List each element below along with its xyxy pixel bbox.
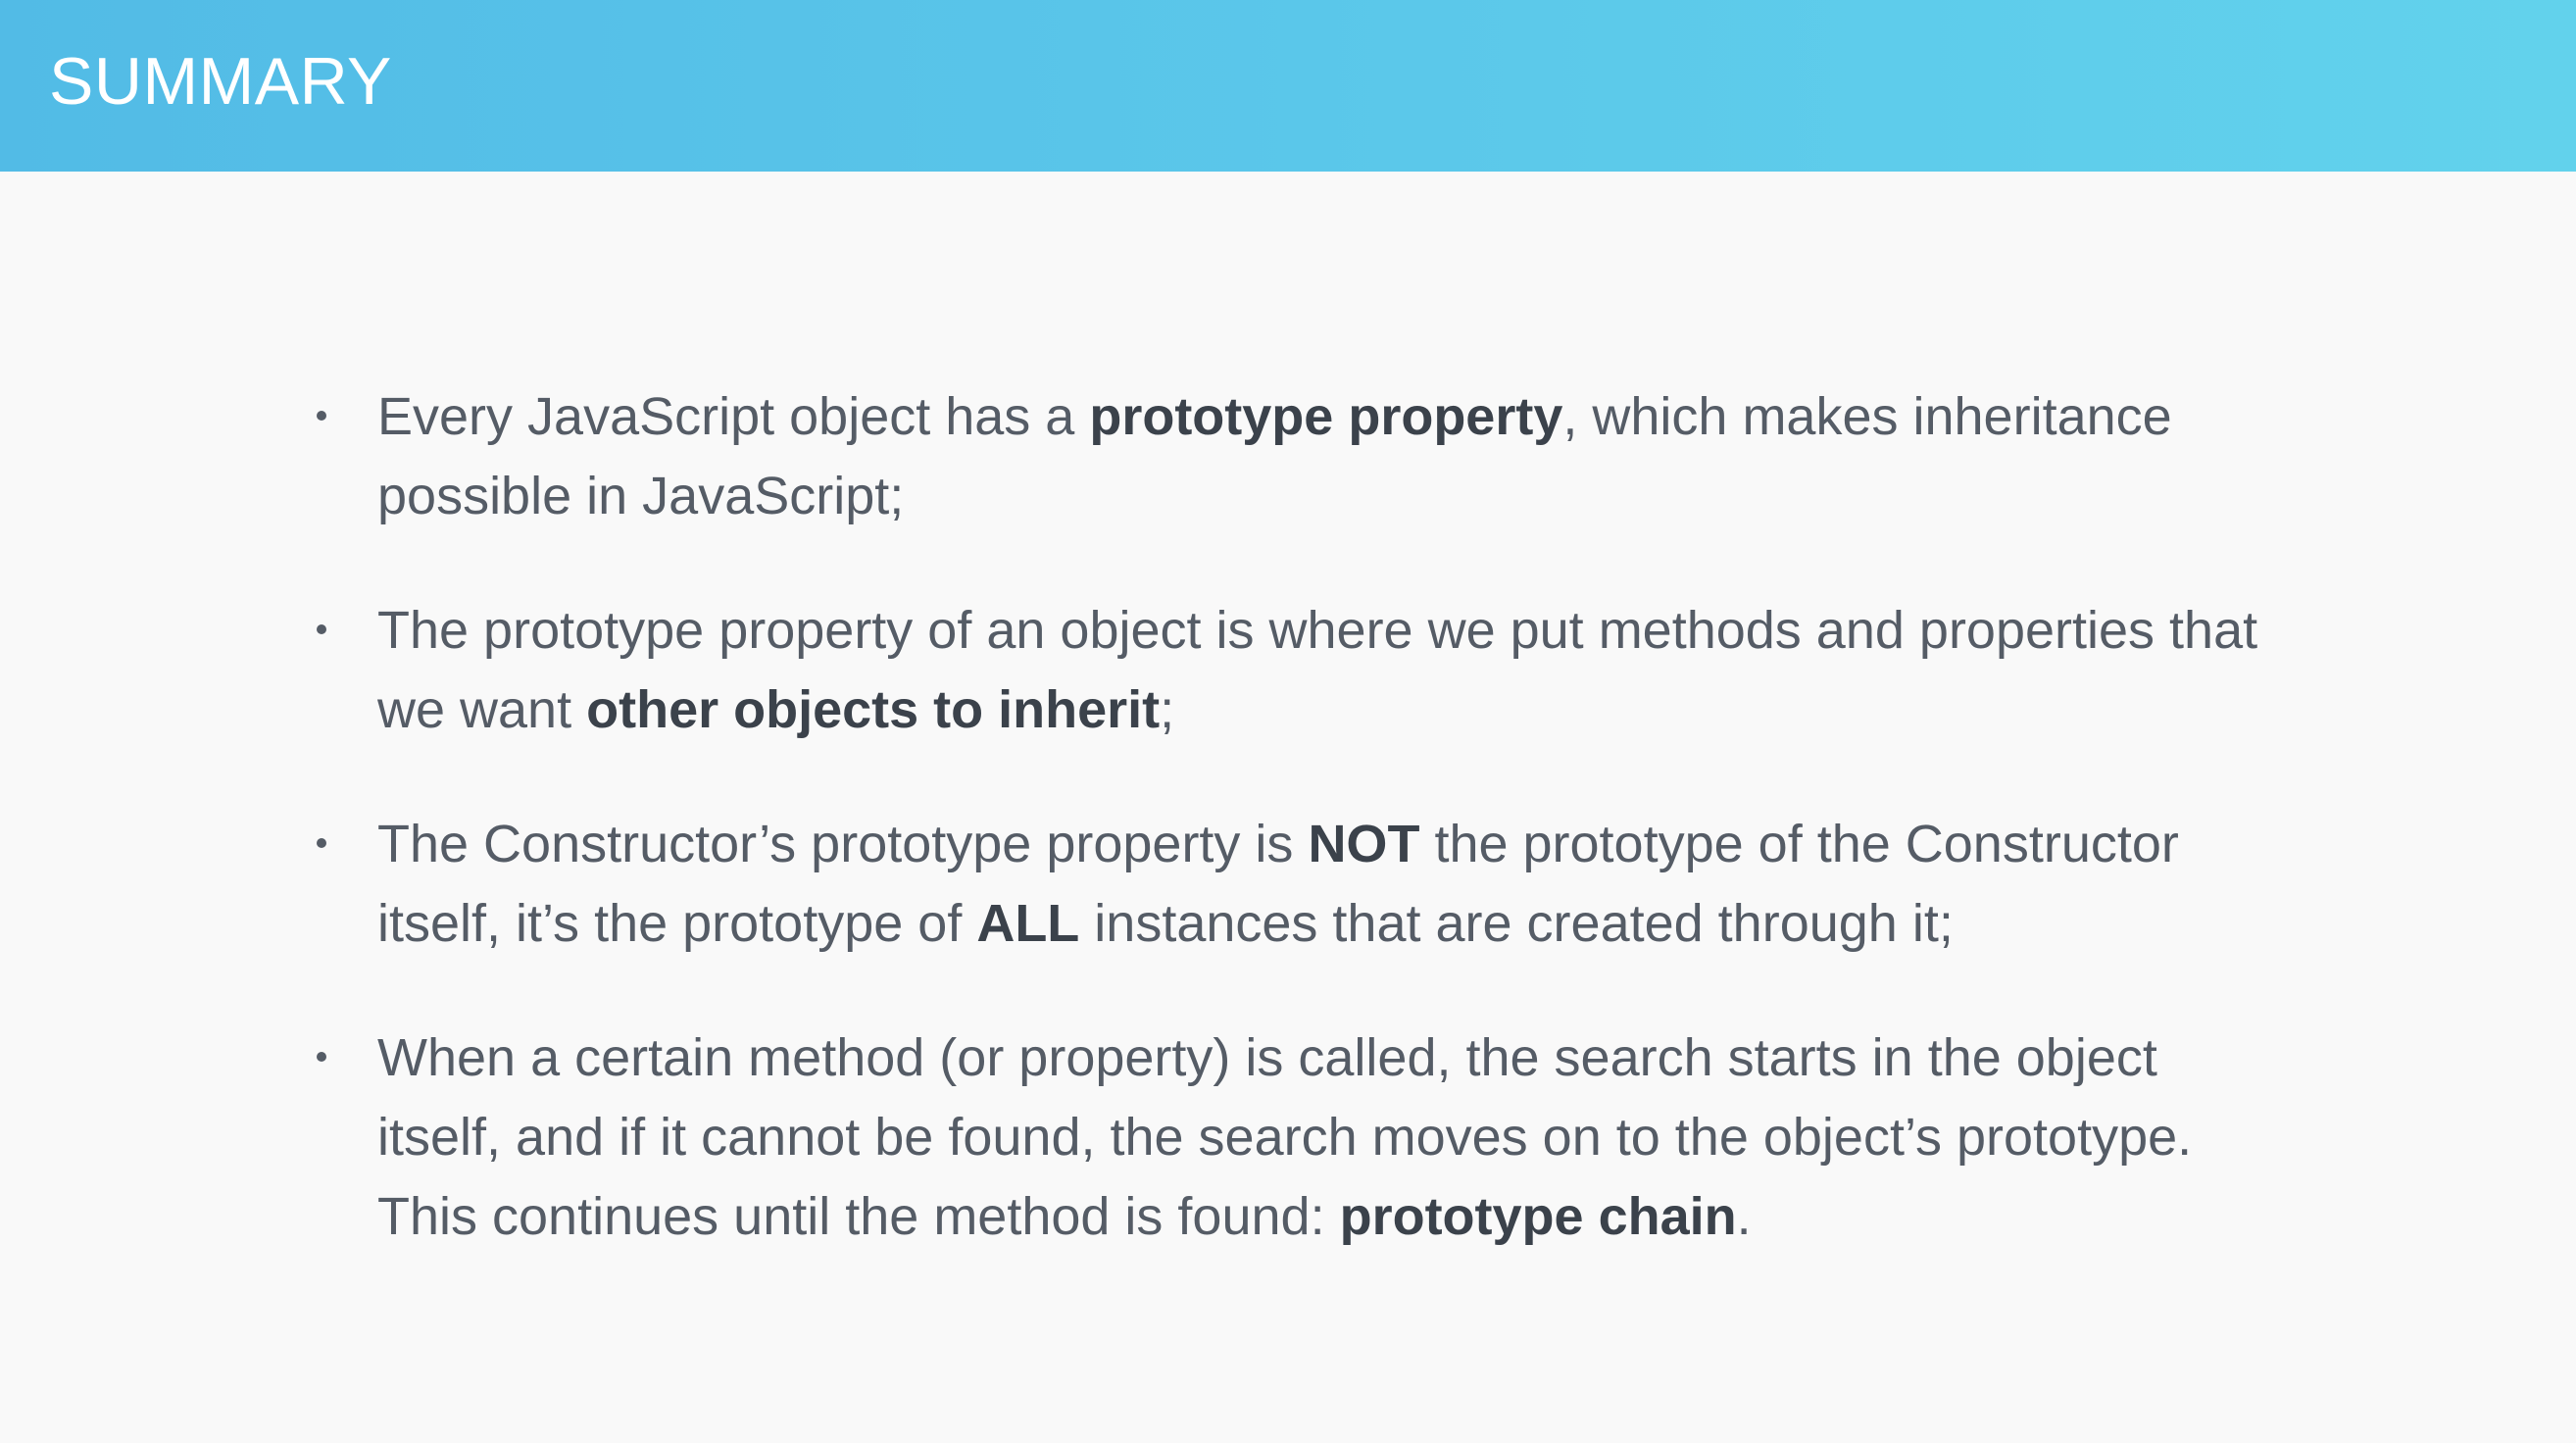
- summary-bullet-inherit: The prototype property of an object is w…: [317, 591, 2279, 750]
- summary-bullet-prototype-chain: When a certain method (or property) is c…: [317, 1019, 2279, 1257]
- bullet-dot-icon: [317, 1052, 326, 1062]
- bullet-text-after: .: [1736, 1187, 1752, 1246]
- summary-list: Every JavaScript object has a prototype …: [317, 377, 2279, 1312]
- bullet-emphasis: prototype chain: [1339, 1187, 1737, 1246]
- slide-header: SUMMARY: [0, 0, 2576, 172]
- bullet-text-before: The Constructor’s prototype property is: [377, 815, 1309, 873]
- bullet-dot-icon: [317, 411, 326, 421]
- bullet-emphasis: other objects to inherit: [586, 680, 1161, 739]
- bullet-emphasis-not: NOT: [1308, 815, 1420, 873]
- bullet-dot-icon: [317, 838, 326, 848]
- bullet-dot-icon: [317, 624, 326, 634]
- bullet-emphasis-all: ALL: [976, 894, 1080, 953]
- bullet-text-before: Every JavaScript object has a: [377, 387, 1090, 446]
- bullet-text-before: When a certain method (or property) is c…: [377, 1028, 2193, 1246]
- slide-title: SUMMARY: [49, 44, 392, 119]
- summary-bullet-prototype-property: Every JavaScript object has a prototype …: [317, 377, 2279, 536]
- bullet-emphasis: prototype property: [1089, 387, 1563, 446]
- bullet-text-after: instances that are created through it;: [1079, 894, 1954, 953]
- bullet-text-after: ;: [1160, 680, 1175, 739]
- summary-bullet-constructor-prototype: The Constructor’s prototype property is …: [317, 805, 2279, 964]
